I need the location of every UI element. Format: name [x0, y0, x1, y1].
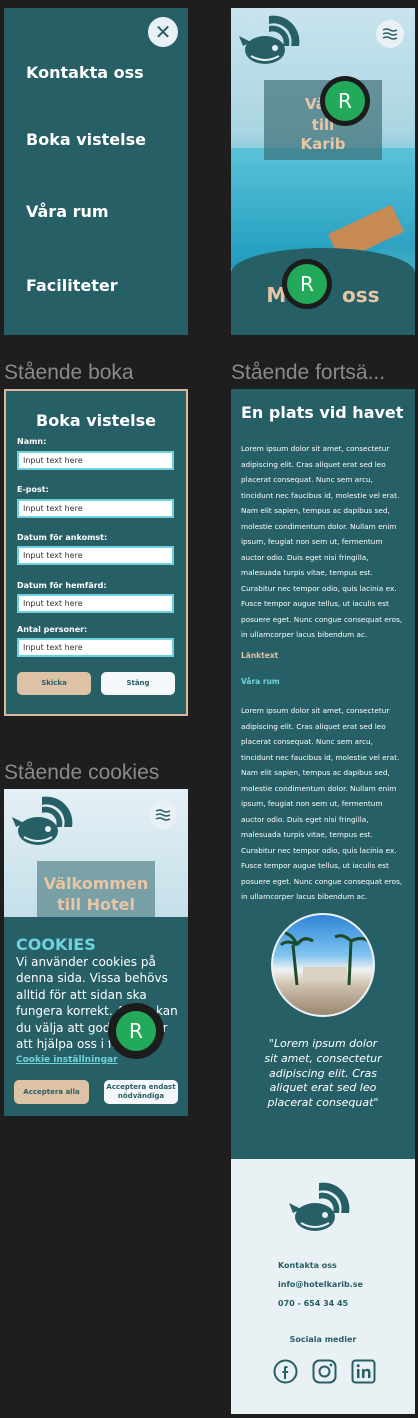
frame-label-cookies: Stående cookies	[4, 761, 160, 784]
avatar-letter: R	[287, 264, 327, 304]
hero-title-line: Välkommen	[43, 874, 149, 893]
email-label: E-post:	[17, 485, 49, 494]
guests-field[interactable]: Input text here	[17, 638, 174, 657]
close-button[interactable]: Stäng	[101, 672, 175, 695]
close-icon[interactable]: ✕	[148, 17, 178, 47]
hero-title-line: Karib	[300, 135, 346, 153]
send-button[interactable]: Skicka	[17, 672, 91, 695]
nav-menu-frame: ✕ Kontakta oss Boka vistelse Våra rum Fa…	[4, 8, 188, 335]
arrival-date-field[interactable]: Input text here	[17, 546, 174, 565]
continued-page-frame: En plats vid havet Lorem ipsum dolor sit…	[231, 389, 415, 1414]
fish-logo-icon[interactable]	[289, 1179, 355, 1239]
intro-paragraph: Lorem ipsum dolor sit amet, consectetur …	[241, 444, 403, 639]
accept-all-button[interactable]: Acceptera alla	[14, 1080, 89, 1104]
fish-logo-icon[interactable]	[12, 793, 78, 853]
footer-contact[interactable]: Kontakta oss	[278, 1261, 337, 1270]
booking-form-frame: Boka vistelse Namn: Input text here E-po…	[4, 389, 188, 716]
beach-photo	[271, 913, 375, 1017]
booking-title: Boka vistelse	[36, 411, 156, 430]
frame-label-continued: Stående fortsä...	[231, 361, 386, 384]
link-text[interactable]: Länktext	[241, 651, 278, 660]
departure-date-field[interactable]: Input text here	[17, 594, 174, 613]
arrival-date-label: Datum för ankomst:	[17, 533, 108, 542]
instagram-icon[interactable]	[312, 1359, 337, 1384]
cookie-settings-link[interactable]: Cookie inställningar	[16, 1055, 118, 1065]
rooms-paragraph: Lorem ipsum dolor sit amet, consectetur …	[241, 706, 403, 901]
cookie-title: COOKIES	[16, 935, 96, 954]
accept-necessary-button[interactable]: Acceptera endast nödvändiga	[104, 1080, 178, 1104]
guests-label: Antal personer:	[17, 625, 88, 634]
frame-label-booking: Stående boka	[4, 361, 134, 384]
menu-item-booking[interactable]: Boka vistelse	[26, 130, 146, 149]
footer-phone[interactable]: 070 - 654 34 45	[278, 1299, 348, 1308]
departure-date-label: Datum för hemfärd:	[17, 581, 107, 590]
user-avatar-badge[interactable]: R	[282, 259, 332, 309]
menu-item-contact[interactable]: Kontakta oss	[26, 63, 144, 82]
avatar-letter: R	[325, 81, 365, 121]
wave-menu-icon[interactable]	[376, 20, 404, 48]
wave-menu-icon[interactable]	[149, 801, 177, 829]
footer-email[interactable]: info@hotelkarib.se	[278, 1280, 363, 1289]
avatar-letter: R	[116, 1011, 156, 1051]
menu-item-rooms[interactable]: Våra rum	[26, 202, 109, 221]
quote-text: "Lorem ipsum dolor sit amet, consectetur…	[264, 1037, 382, 1110]
email-field[interactable]: Input text here	[17, 499, 174, 518]
footer: Kontakta oss info@hotelkarib.se 070 - 65…	[231, 1159, 415, 1414]
rooms-title: Våra rum	[241, 677, 280, 686]
user-avatar-badge[interactable]: R	[108, 1003, 164, 1059]
user-avatar-badge[interactable]: R	[320, 76, 370, 126]
hero-title-line: till	[311, 116, 335, 134]
hero-title-box: Välkommen till Hotel	[37, 861, 155, 921]
name-label: Namn:	[17, 437, 47, 446]
social-title: Sociala medier	[289, 1335, 357, 1344]
hero-frame: Välk till Karib M oss R R	[231, 8, 415, 335]
facebook-icon[interactable]	[273, 1359, 298, 1384]
hero-title-line: till Hotel	[56, 895, 136, 914]
section-heading: En plats vid havet	[241, 403, 404, 422]
menu-item-facilities[interactable]: Faciliteter	[26, 276, 118, 295]
name-field[interactable]: Input text here	[17, 451, 174, 470]
cookies-frame: Välkommen till Hotel COOKIES Vi använder…	[4, 789, 188, 1116]
fish-logo-icon[interactable]	[239, 12, 305, 72]
linkedin-icon[interactable]	[351, 1359, 376, 1384]
